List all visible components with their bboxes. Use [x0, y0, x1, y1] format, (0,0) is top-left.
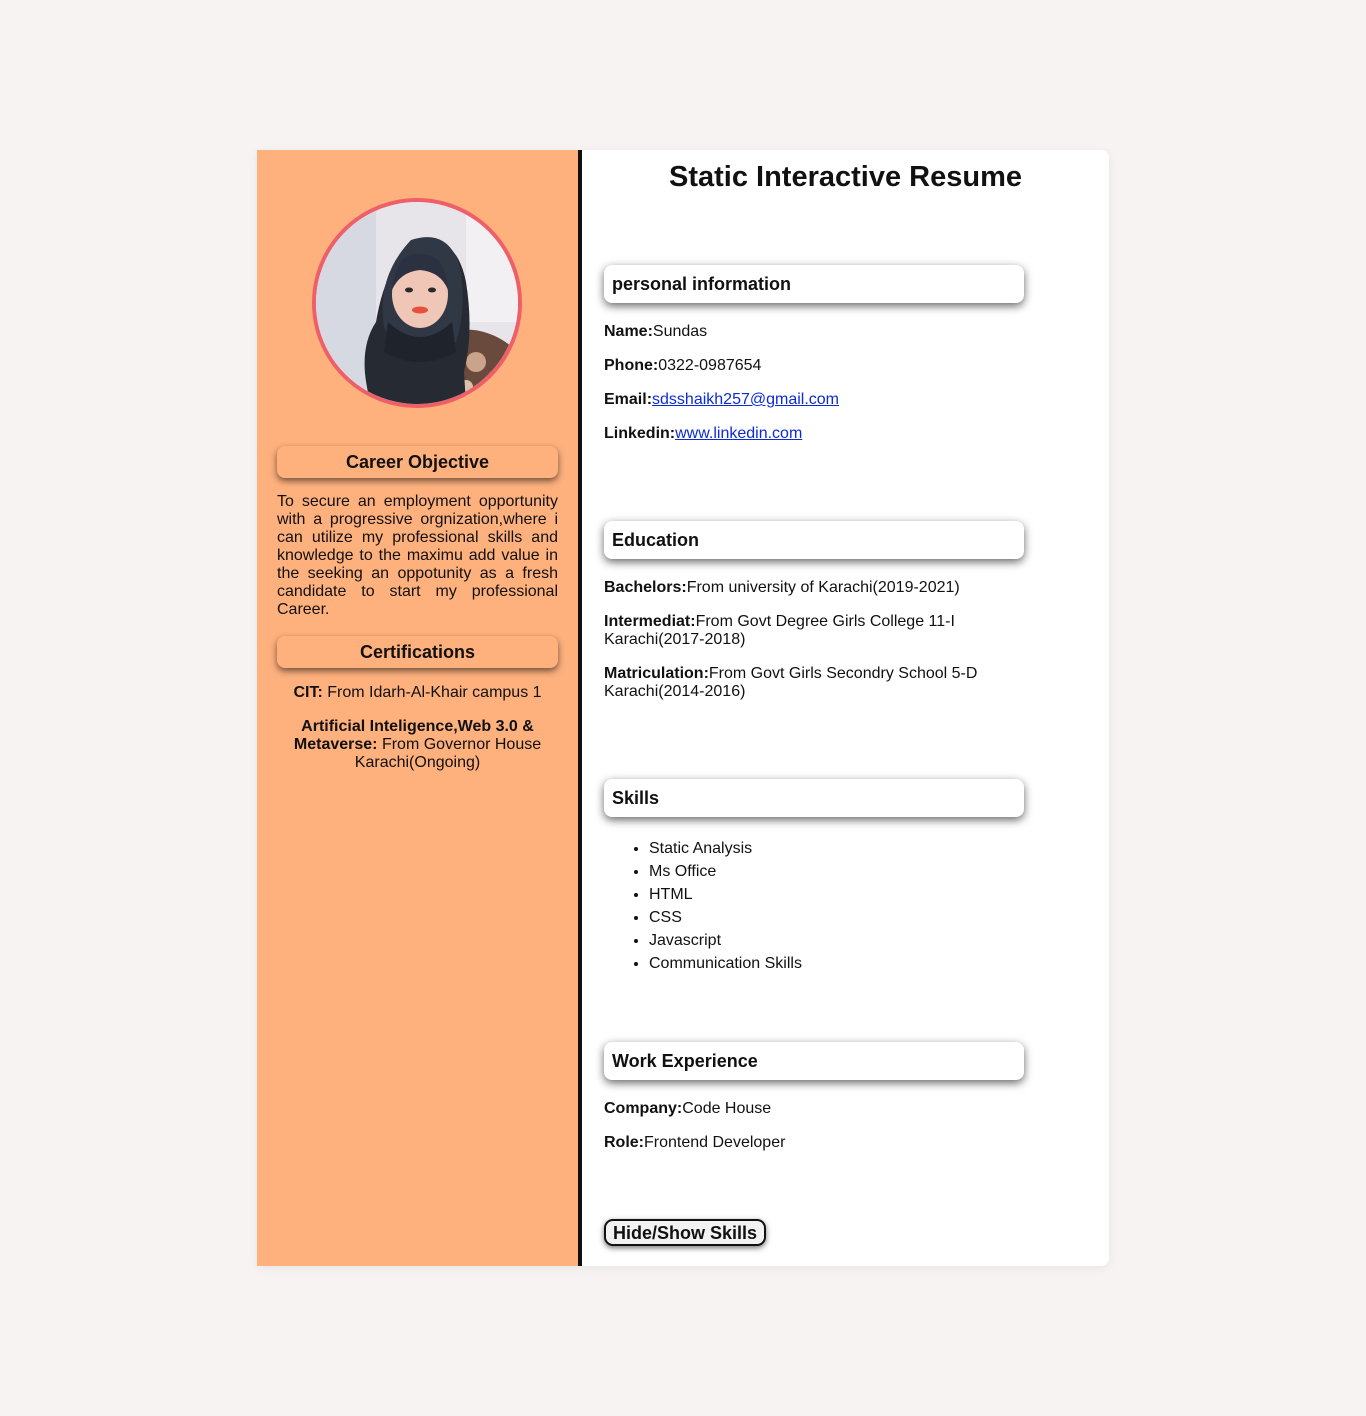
education-item: Matriculation:From Govt Girls Secondry S…: [604, 665, 1004, 701]
name-label: Name:: [604, 323, 653, 340]
role-field: Role:Frontend Developer: [604, 1134, 1004, 1152]
company-label: Company:: [604, 1100, 683, 1117]
personal-information-heading: personal information: [604, 265, 1024, 303]
skill-item: Ms Office: [649, 860, 802, 883]
main-content: Static Interactive Resume personal infor…: [582, 150, 1109, 1266]
sidebar: Career Objective To secure an employment…: [257, 150, 582, 1266]
skill-item: HTML: [649, 883, 802, 906]
skill-item: Communication Skills: [649, 952, 802, 975]
linkedin-link[interactable]: www.linkedin.com: [675, 425, 802, 442]
education-label: Matriculation:: [604, 665, 709, 682]
education-item: Bachelors:From university of Karachi(201…: [604, 579, 1004, 597]
email-label: Email:: [604, 391, 653, 408]
certification-item: Artificial Inteligence,Web 3.0 & Metaver…: [285, 718, 550, 772]
certification-label: CIT:: [293, 684, 323, 701]
certifications-heading: Certifications: [277, 636, 558, 668]
skills-list: Static Analysis Ms Office HTML CSS Javas…: [604, 837, 802, 975]
skills-heading: Skills: [604, 779, 1024, 817]
certification-item: CIT: From Idarh-Al-Khair campus 1: [285, 684, 550, 702]
education-value: From university of Karachi(2019-2021): [686, 579, 960, 596]
linkedin-label: Linkedin:: [604, 425, 676, 442]
education-heading: Education: [604, 521, 1024, 559]
skill-item: CSS: [649, 906, 802, 929]
education-label: Bachelors:: [604, 579, 687, 596]
career-objective-heading: Career Objective: [277, 446, 558, 478]
phone-field: Phone:0322-0987654: [604, 357, 1004, 375]
skill-item: Javascript: [649, 929, 802, 952]
education-item: Intermediat:From Govt Degree Girls Colle…: [604, 613, 1004, 649]
profile-photo-icon: [316, 202, 518, 404]
avatar: [312, 198, 522, 408]
name-field: Name:Sundas: [604, 323, 1004, 341]
education-label: Intermediat:: [604, 613, 696, 630]
role-label: Role:: [604, 1134, 644, 1151]
company-field: Company:Code House: [604, 1100, 1004, 1118]
skill-item: Static Analysis: [649, 837, 802, 860]
email-field: Email:sdsshaikh257@gmail.com: [604, 391, 1004, 409]
certification-value: From Governor House Karachi(Ongoing): [354, 736, 542, 771]
company-value: Code House: [682, 1100, 772, 1117]
certification-value: From Idarh-Al-Khair campus 1: [322, 684, 542, 701]
phone-value: 0322-0987654: [658, 357, 762, 374]
email-link[interactable]: sdsshaikh257@gmail.com: [652, 391, 839, 408]
name-value: Sundas: [652, 323, 708, 340]
phone-label: Phone:: [604, 357, 659, 374]
linkedin-field: Linkedin:www.linkedin.com: [604, 425, 1004, 443]
work-experience-heading: Work Experience: [604, 1042, 1024, 1080]
resume-card: Career Objective To secure an employment…: [257, 150, 1109, 1266]
role-value: Frontend Developer: [644, 1134, 786, 1151]
hide-show-skills-button[interactable]: Hide/Show Skills: [604, 1219, 767, 1246]
career-objective-text: To secure an employment opportunity with…: [277, 493, 558, 618]
page-title: Static Interactive Resume: [669, 161, 1022, 193]
